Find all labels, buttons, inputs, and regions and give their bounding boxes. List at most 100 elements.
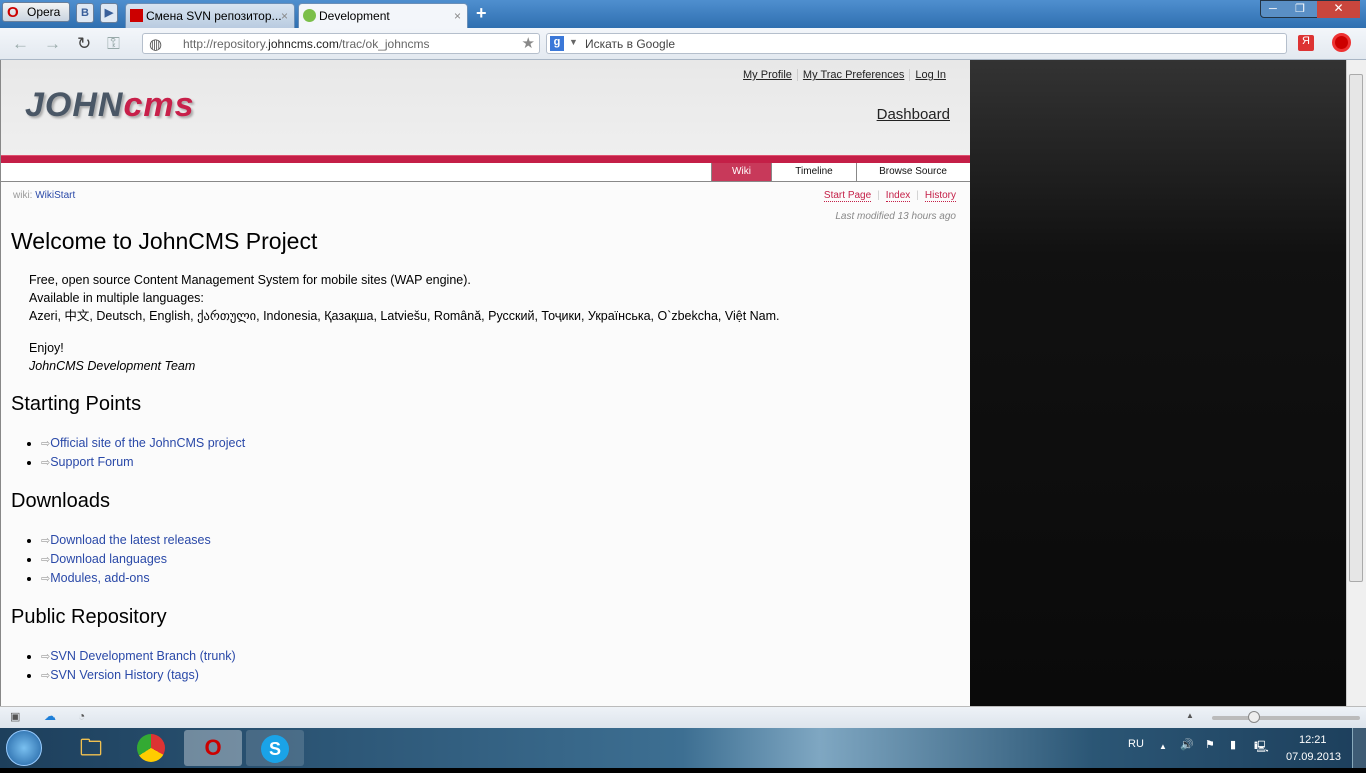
windows-taskbar: 🗀 O S RU ▲ 🔊 ⚑ ▮ 🖳 12:21 07.09.2013 <box>0 728 1366 768</box>
chrome-icon[interactable] <box>122 730 180 766</box>
browser-tab-bar: O Opera B ▶ Смена SVN репозитор... × Devel… <box>0 0 1366 28</box>
zoom-slider[interactable] <box>1212 711 1360 723</box>
vertical-scrollbar[interactable] <box>1346 60 1366 706</box>
dashboard-link[interactable]: Dashboard <box>877 106 950 123</box>
logo-part2: cms <box>123 86 195 124</box>
johncms-logo[interactable]: JOHNcms <box>25 86 195 125</box>
forward-icon[interactable]: → <box>44 34 61 54</box>
language-indicator[interactable]: RU <box>1128 738 1144 750</box>
intro-line: Available in multiple languages: <box>29 291 204 305</box>
wiki-content: Welcome to JohnCMS Project Free, open so… <box>11 228 951 685</box>
tab-timeline[interactable]: Timeline <box>771 163 856 181</box>
back-icon[interactable]: ← <box>12 34 29 54</box>
network-icon[interactable]: 🖳 <box>1254 738 1269 757</box>
new-tab-button[interactable]: + <box>476 3 487 24</box>
tab-development[interactable]: Development × <box>298 3 468 28</box>
show-desktop-button[interactable] <box>1352 728 1366 768</box>
breadcrumb-prefix: wiki: <box>13 190 33 201</box>
reload-icon[interactable]: ↻ <box>77 34 91 54</box>
close-tab-icon[interactable]: × <box>454 9 461 23</box>
trac-favicon-icon <box>303 9 316 22</box>
history-link[interactable]: History <box>924 190 956 202</box>
external-link-icon: ⇨ <box>41 670 51 682</box>
repository-list: ⇨ SVN Development Branch (trunk) ⇨SVN Ver… <box>11 647 951 685</box>
external-link-icon: ⇨ <box>41 554 51 566</box>
explorer-icon[interactable]: 🗀 <box>62 730 120 766</box>
section-heading: Starting Points <box>11 393 142 415</box>
context-nav: Start Page | Index | History <box>818 190 956 202</box>
svn-trunk-link[interactable]: SVN Development Branch (trunk) <box>50 649 236 663</box>
downloads-list: ⇨Download the latest releases ⇨Download … <box>11 531 951 588</box>
official-site-link[interactable]: Official site of the JohnCMS project <box>50 436 245 450</box>
divider: | <box>877 190 880 201</box>
close-window-button[interactable]: ✕ <box>1317 1 1360 18</box>
list-item: ⇨Support Forum <box>41 453 951 472</box>
list-item: ⇨SVN Version History (tags) <box>41 666 951 685</box>
tab-svn[interactable]: Смена SVN репозитор... × <box>125 3 295 28</box>
page-title: Welcome to JohnCMS Project <box>11 228 318 254</box>
show-hidden-icons[interactable]: ▲ <box>1159 742 1167 751</box>
external-link-icon: ⇨ <box>41 457 51 469</box>
url-prefix: http://repository. <box>183 37 269 51</box>
section-heading: Downloads <box>11 490 110 512</box>
breadcrumb: wiki: WikiStart <box>13 190 75 201</box>
modules-link[interactable]: Modules, add-ons <box>50 571 149 585</box>
window-controls: ─ ❐ ✕ <box>1260 0 1360 18</box>
search-placeholder: Искать в Google <box>585 37 676 51</box>
maximize-button[interactable]: ❐ <box>1295 2 1305 15</box>
search-field[interactable]: g ▼ Искать в Google <box>546 33 1287 54</box>
volume-icon[interactable]: 🔊 <box>1180 738 1194 751</box>
tab-label: Development <box>319 9 390 23</box>
preferences-link[interactable]: My Trac Preferences <box>796 69 910 81</box>
adblock-icon[interactable] <box>1332 33 1351 52</box>
opera-taskbar-icon[interactable]: O <box>184 730 242 766</box>
yandex-icon[interactable]: Я <box>1298 35 1314 51</box>
clock-time[interactable]: 12:21 <box>1299 734 1327 746</box>
close-tab-icon[interactable]: × <box>281 9 288 23</box>
wand-key-icon[interactable]: ⚿ <box>107 34 120 54</box>
web-page: JOHNcms My Profile My Trac Preferences Log… <box>0 60 970 706</box>
intro-line: Free, open source Content Management Sys… <box>29 273 471 287</box>
johncms-favicon-icon <box>130 9 143 22</box>
breadcrumb-page-link[interactable]: WikiStart <box>35 190 75 201</box>
tab-wiki[interactable]: Wiki <box>711 163 771 181</box>
panel-toggle-icon[interactable]: ▣ <box>10 710 20 723</box>
main-nav: Wiki Timeline Browse Source <box>1 163 970 182</box>
opera-link-icon[interactable]: ☁ <box>44 709 56 723</box>
opera-logo-icon: O <box>7 4 19 21</box>
pinned-tab[interactable]: ▶ <box>100 3 118 23</box>
minimize-button[interactable]: ─ <box>1269 3 1277 15</box>
tab-browse-source[interactable]: Browse Source <box>856 163 969 181</box>
starting-points-list: ⇨Official site of the JohnCMS project ⇨S… <box>11 434 951 472</box>
list-item: ⇨Download languages <box>41 550 951 569</box>
zoom-slider-thumb[interactable] <box>1248 711 1260 723</box>
view-menu-icon[interactable]: ▲ <box>1186 711 1194 720</box>
login-link[interactable]: Log In <box>909 69 951 81</box>
start-page-link[interactable]: Start Page <box>823 190 872 202</box>
device-icon[interactable]: ▮ <box>1230 738 1236 751</box>
external-link-icon: ⇨ <box>41 535 51 547</box>
chevron-down-icon[interactable]: ▼ <box>569 37 578 47</box>
start-button[interactable] <box>6 730 42 766</box>
languages-line: Azeri, 中文, Deutsch, English, ქართული, In… <box>29 309 780 323</box>
external-link-icon: ⇨ <box>41 438 51 450</box>
download-releases-link[interactable]: Download the latest releases <box>50 533 211 547</box>
my-profile-link[interactable]: My Profile <box>738 69 797 81</box>
opera-menu-button[interactable]: O Opera <box>2 2 70 22</box>
support-forum-link[interactable]: Support Forum <box>50 455 133 469</box>
svn-tags-link[interactable]: SVN Version History (tags) <box>50 668 199 682</box>
enjoy-text: Enjoy! <box>29 341 64 355</box>
action-center-flag-icon[interactable]: ⚑ <box>1205 738 1215 751</box>
index-link[interactable]: Index <box>885 190 911 202</box>
list-item: ⇨Modules, add-ons <box>41 569 951 588</box>
bookmark-star-icon[interactable]: ★ <box>522 34 535 52</box>
list-item: ⇨Official site of the JohnCMS project <box>41 434 951 453</box>
skype-icon[interactable]: S <box>246 730 304 766</box>
address-field[interactable]: ◍ http://repository.johncms.com/trac/ok_… <box>142 33 540 54</box>
download-languages-link[interactable]: Download languages <box>50 552 167 566</box>
scrollbar-thumb[interactable] <box>1349 74 1363 582</box>
vk-tab[interactable]: B <box>76 3 94 23</box>
section-heading: Public Repository <box>11 606 167 628</box>
clock-date[interactable]: 07.09.2013 <box>1286 751 1341 763</box>
turbo-icon[interactable]: ◔ <box>78 709 85 723</box>
